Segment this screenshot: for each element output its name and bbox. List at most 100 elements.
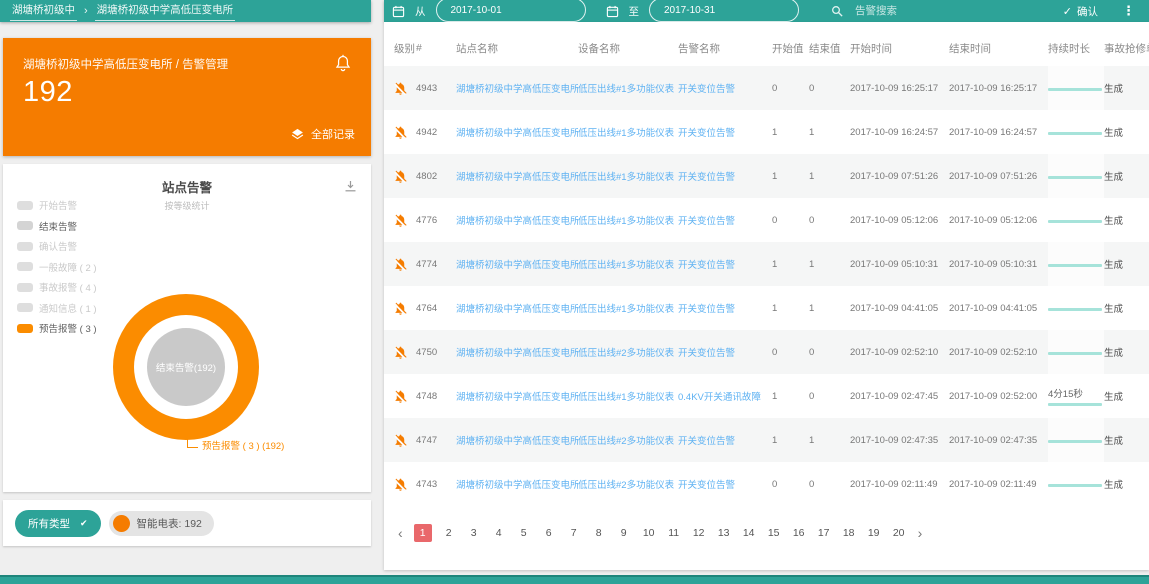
page-button[interactable]: 9: [616, 525, 632, 542]
all-types-label: 所有类型: [28, 516, 70, 531]
breadcrumb-item-substation[interactable]: 湖塘桥初级中学高低压变电所: [95, 1, 236, 21]
generate-order-button[interactable]: 生成: [1104, 436, 1123, 447]
date-from-input[interactable]: [436, 0, 586, 22]
station-link[interactable]: 湖塘桥初级中学高低压变电所: [456, 348, 578, 359]
end-time: 2017-10-09 04:41:05: [949, 286, 1048, 330]
station-link[interactable]: 湖塘桥初级中学高低压变电所: [456, 128, 578, 139]
alarm-name-link[interactable]: 开关变位告警: [678, 84, 735, 95]
alarm-name-link[interactable]: 开关变位告警: [678, 172, 735, 183]
page-button[interactable]: 16: [791, 525, 807, 542]
device-link[interactable]: 低压出线#2多功能仪表: [578, 436, 674, 447]
device-link[interactable]: 低压出线#2多功能仪表: [578, 348, 674, 359]
alarm-management-screen: 湖塘桥初级中 › 湖塘桥初级中学高低压变电所 从 至 ✓ 确认 ⋮ 湖塘桥初级中…: [0, 0, 1149, 584]
page-button[interactable]: 14: [741, 525, 757, 542]
station-link[interactable]: 湖塘桥初级中学高低压变电所: [456, 84, 578, 95]
generate-order-button[interactable]: 生成: [1104, 480, 1123, 491]
next-page-button[interactable]: ›: [916, 526, 925, 540]
all-types-pill[interactable]: 所有类型 ✔: [15, 510, 101, 537]
station-link[interactable]: 湖塘桥初级中学高低压变电所: [456, 480, 578, 491]
device-link[interactable]: 低压出线#1多功能仪表: [578, 260, 674, 271]
generate-order-button[interactable]: 生成: [1104, 128, 1123, 139]
smart-meter-chip[interactable]: 智能电表: 192: [109, 511, 214, 536]
table-row: 4943 湖塘桥初级中学高低压变电所 低压出线#1多功能仪表 开关变位告警 0 …: [384, 66, 1149, 110]
page-button[interactable]: 2: [441, 525, 457, 542]
generate-order-button[interactable]: 生成: [1104, 172, 1123, 183]
page-button[interactable]: 12: [691, 525, 707, 542]
alarm-name-link[interactable]: 开关变位告警: [678, 304, 735, 315]
chart-legend-item[interactable]: 确认告警: [17, 239, 97, 253]
download-icon[interactable]: [344, 180, 357, 193]
generate-order-button[interactable]: 生成: [1104, 260, 1123, 271]
start-time: 2017-10-09 04:41:05: [850, 286, 949, 330]
start-value: 1: [772, 374, 809, 418]
page-button[interactable]: 13: [716, 525, 732, 542]
kebab-menu-icon[interactable]: ⋮: [1118, 3, 1139, 19]
page-button[interactable]: 10: [641, 525, 657, 542]
page-button[interactable]: 7: [566, 525, 582, 542]
alarm-name-link[interactable]: 开关变位告警: [678, 480, 735, 491]
station-link[interactable]: 湖塘桥初级中学高低压变电所: [456, 392, 578, 403]
page-button[interactable]: 20: [891, 525, 907, 542]
device-link[interactable]: 低压出线#2多功能仪表: [578, 480, 674, 491]
device-link[interactable]: 低压出线#1多功能仪表: [578, 304, 674, 315]
station-link[interactable]: 湖塘桥初级中学高低压变电所: [456, 304, 578, 315]
device-link[interactable]: 低压出线#1多功能仪表: [578, 216, 674, 227]
all-records-button[interactable]: 全部记录: [291, 126, 355, 142]
donut-chart[interactable]: 结束告警(192): [113, 294, 259, 440]
legend-swatch-icon: [17, 221, 33, 230]
breadcrumb-item-site[interactable]: 湖塘桥初级中: [10, 1, 77, 21]
muted-bell-icon: [393, 389, 408, 404]
alarm-search-input[interactable]: [853, 4, 983, 18]
station-link[interactable]: 湖塘桥初级中学高低压变电所: [456, 216, 578, 227]
station-link[interactable]: 湖塘桥初级中学高低压变电所: [456, 436, 578, 447]
page-button[interactable]: 19: [866, 525, 882, 542]
alarm-name-link[interactable]: 开关变位告警: [678, 348, 735, 359]
page-button[interactable]: 1: [414, 524, 432, 542]
chart-legend-item[interactable]: 结束告警: [17, 219, 97, 233]
device-link[interactable]: 低压出线#1多功能仪表: [578, 392, 674, 403]
generate-order-button[interactable]: 生成: [1104, 392, 1123, 403]
chart-legend-item[interactable]: 一般故障 ( 2 ): [17, 260, 97, 274]
column-header: 站点名称: [456, 30, 578, 66]
chart-legend-item[interactable]: 事故报警 ( 4 ): [17, 280, 97, 294]
page-button[interactable]: 5: [516, 525, 532, 542]
device-link[interactable]: 低压出线#1多功能仪表: [578, 128, 674, 139]
page-button[interactable]: 3: [466, 525, 482, 542]
chart-legend-item[interactable]: 开始告警: [17, 198, 97, 212]
alarm-name-link[interactable]: 开关变位告警: [678, 436, 735, 447]
legend-swatch-icon: [17, 303, 33, 312]
alarm-name-link[interactable]: 0.4KV开关通讯故障: [678, 392, 761, 403]
date-to-input[interactable]: [649, 0, 799, 22]
legend-swatch-icon: [17, 242, 33, 251]
station-link[interactable]: 湖塘桥初级中学高低压变电所: [456, 260, 578, 271]
page-button[interactable]: 15: [766, 525, 782, 542]
page-button[interactable]: 4: [491, 525, 507, 542]
table-row: 4747 湖塘桥初级中学高低压变电所 低压出线#2多功能仪表 开关变位告警 1 …: [384, 418, 1149, 462]
chart-legend-item[interactable]: 通知信息 ( 1 ): [17, 301, 97, 315]
muted-bell-icon: [393, 257, 408, 272]
generate-order-button[interactable]: 生成: [1104, 348, 1123, 359]
alarm-level-cell: [384, 154, 416, 198]
device-link[interactable]: 低压出线#1多功能仪表: [578, 84, 674, 95]
page-button[interactable]: 8: [591, 525, 607, 542]
alarm-name-link[interactable]: 开关变位告警: [678, 128, 735, 139]
generate-order-button[interactable]: 生成: [1104, 84, 1123, 95]
generate-order-button[interactable]: 生成: [1104, 216, 1123, 227]
legend-label: 一般故障 ( 2 ): [39, 260, 97, 274]
station-link[interactable]: 湖塘桥初级中学高低压变电所: [456, 172, 578, 183]
calendar-icon[interactable]: [392, 5, 405, 18]
alarm-name-link[interactable]: 开关变位告警: [678, 260, 735, 271]
page-button[interactable]: 6: [541, 525, 557, 542]
device-link[interactable]: 低压出线#1多功能仪表: [578, 172, 674, 183]
chart-legend-item[interactable]: 预告报警 ( 3 ): [17, 321, 97, 335]
alarm-level-cell: [384, 110, 416, 154]
prev-page-button[interactable]: ‹: [396, 526, 405, 540]
page-button[interactable]: 11: [666, 525, 682, 542]
alarm-name-link[interactable]: 开关变位告警: [678, 216, 735, 227]
bell-icon[interactable]: [333, 52, 353, 74]
page-button[interactable]: 18: [841, 525, 857, 542]
page-button[interactable]: 17: [816, 525, 832, 542]
generate-order-button[interactable]: 生成: [1104, 304, 1123, 315]
confirm-button[interactable]: ✓ 确认: [1063, 4, 1098, 19]
calendar-icon[interactable]: [606, 5, 619, 18]
